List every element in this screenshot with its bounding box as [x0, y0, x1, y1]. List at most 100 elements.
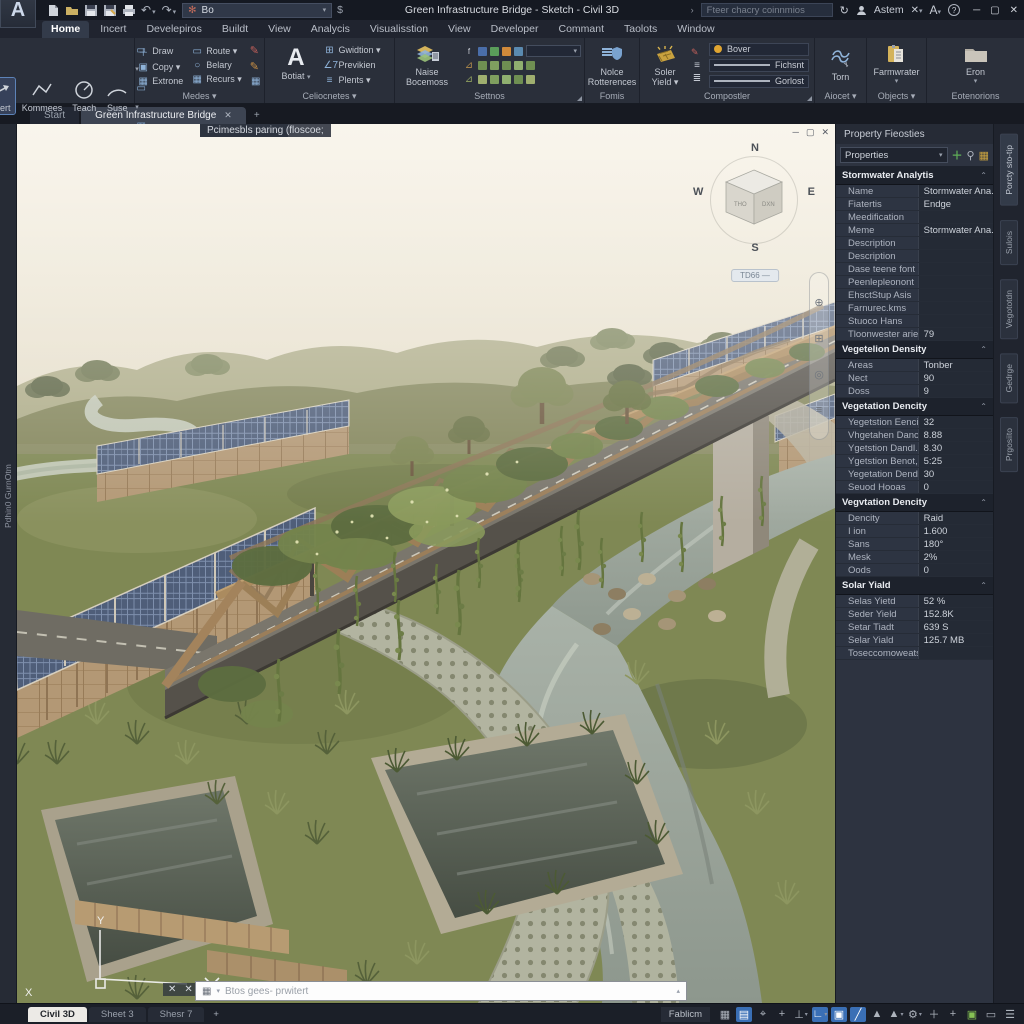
status-toggle-icon[interactable]: ▲: [869, 1007, 885, 1022]
composite-fichsnt[interactable]: Fichsnt: [709, 59, 809, 72]
property-value[interactable]: [918, 302, 993, 314]
panel-label-compostler[interactable]: Compostler: [640, 90, 814, 103]
layer-tool-10-icon[interactable]: [526, 75, 535, 84]
status-toggle-icon[interactable]: ▣: [964, 1007, 980, 1022]
sync-icon[interactable]: ↻: [840, 4, 849, 17]
naise-bocemoss-button[interactable]: Naise Bocemoss: [398, 42, 456, 88]
pick-object-icon[interactable]: ⚲: [967, 149, 975, 162]
property-value[interactable]: 52 %: [918, 595, 993, 607]
ntert-tool-button[interactable]: Ntert: [0, 78, 15, 114]
layout-tab[interactable]: Sheet 3: [89, 1007, 146, 1022]
ribbon-tab[interactable]: Visualisstion: [361, 21, 437, 38]
user-name[interactable]: Astem: [874, 4, 904, 16]
layer-tool-9-icon[interactable]: [514, 75, 523, 84]
property-row[interactable]: EhsctStup Asis: [836, 289, 993, 302]
layer-tool-3-icon[interactable]: [502, 61, 511, 70]
property-value[interactable]: 0: [918, 564, 993, 576]
filter-icon[interactable]: f: [463, 47, 475, 56]
recurs-button[interactable]: ▦Recurs ▾: [191, 74, 242, 85]
command-close-icon[interactable]: ✕: [168, 984, 176, 995]
layer-cyan-icon[interactable]: [514, 47, 523, 56]
route-button[interactable]: ▭Route ▾: [191, 46, 242, 57]
property-row[interactable]: Selas Yietd 52 %: [836, 595, 993, 608]
property-value[interactable]: Stormwater Ana...: [918, 185, 993, 197]
property-value[interactable]: 152.8K: [918, 608, 993, 620]
status-toggle-icon[interactable]: ⌖: [755, 1007, 771, 1022]
property-row[interactable]: Nect 90: [836, 372, 993, 385]
property-row[interactable]: I ion 1.600: [836, 525, 993, 538]
status-toggle-icon[interactable]: ＋: [926, 1007, 942, 1022]
property-value[interactable]: [918, 647, 993, 659]
status-toggle-icon[interactable]: ⊥: [793, 1007, 809, 1022]
quick-select-icon[interactable]: ▦: [979, 149, 989, 162]
property-value[interactable]: [918, 276, 993, 288]
ribbon-tab[interactable]: View: [439, 21, 480, 38]
property-value[interactable]: 125.7 MB: [918, 634, 993, 646]
layer-dropdown[interactable]: ▾: [526, 45, 581, 57]
viewcube-context-pill[interactable]: TD66 —: [731, 269, 779, 282]
draw-button[interactable]: ＋Draw: [137, 44, 183, 59]
status-toggle-icon[interactable]: ⚙: [907, 1007, 923, 1022]
botiat-text-button[interactable]: A Botiat ▾: [278, 46, 313, 84]
kommees-tool-button[interactable]: Kommees: [19, 78, 66, 114]
orange-pen-icon[interactable]: ✎: [250, 60, 262, 73]
property-row[interactable]: Oods 0: [836, 564, 993, 577]
close-button[interactable]: ✕: [1010, 5, 1018, 16]
collapse-icon[interactable]: ⌃: [980, 345, 987, 354]
viewcube-east[interactable]: E: [808, 186, 815, 198]
property-row[interactable]: Ygetstion Benot, 5:25: [836, 455, 993, 468]
property-value[interactable]: [918, 315, 993, 327]
property-value[interactable]: [918, 289, 993, 301]
property-row[interactable]: Dencity Raid: [836, 512, 993, 525]
status-toggle-icon[interactable]: ∟: [812, 1007, 828, 1022]
lines-stack-icon[interactable]: ≡: [691, 60, 703, 71]
nolce-rotterences-button[interactable]: Nolce Rotterences: [585, 42, 640, 88]
new-tab-button[interactable]: +: [248, 107, 266, 124]
property-value[interactable]: 1.600: [918, 525, 993, 537]
layer-state-icon[interactable]: ⊿: [463, 60, 475, 71]
layer-tool-2-icon[interactable]: [490, 61, 499, 70]
object-type-select[interactable]: Properties ▾: [840, 147, 948, 163]
suse-tool-button[interactable]: Suse: [103, 78, 131, 114]
property-value[interactable]: 180°: [918, 538, 993, 550]
ribbon-tab[interactable]: Window: [668, 21, 723, 38]
extrone-button[interactable]: ▦Extrone: [137, 76, 183, 87]
property-row[interactable]: Dase teene font: [836, 263, 993, 276]
command-line[interactable]: ▦ ▾ Btos gees- prwitert ▴: [195, 981, 687, 1001]
workspace-dropdown[interactable]: ✻ Bo ▾: [182, 3, 332, 18]
layer-tool-5-icon[interactable]: [526, 61, 535, 70]
property-row[interactable]: Description: [836, 237, 993, 250]
property-row[interactable]: Farnurec.kms: [836, 302, 993, 315]
ribbon-tab[interactable]: Analycis: [302, 21, 359, 38]
viewport-minimize-icon[interactable]: ─: [793, 127, 799, 138]
property-row[interactable]: Ygetstion Dandl. 8.30: [836, 442, 993, 455]
app-menu-button[interactable]: A: [0, 0, 36, 28]
eron-button[interactable]: Eron ▾: [959, 42, 993, 88]
property-row[interactable]: Toseccomoweats...: [836, 647, 993, 660]
customize-command-icon[interactable]: ▦: [202, 986, 211, 997]
property-row[interactable]: Meme Stormwater Ana...: [836, 224, 993, 237]
collapse-icon[interactable]: ⌃: [980, 581, 987, 590]
property-row[interactable]: Areas Tonber: [836, 359, 993, 372]
save-as-icon[interactable]: [103, 4, 117, 17]
sign-out-icon[interactable]: ✕▾: [911, 5, 923, 16]
ribbon-tab[interactable]: Commant: [549, 21, 613, 38]
view-cube[interactable]: N S W E THO DXN TD66 —: [699, 142, 811, 268]
property-row[interactable]: Seder Yield 152.8K: [836, 608, 993, 621]
save-icon[interactable]: [84, 4, 98, 17]
viewcube-cube[interactable]: THO DXN: [722, 166, 786, 228]
property-row[interactable]: Doss 9: [836, 385, 993, 398]
viewcube-north[interactable]: N: [751, 142, 759, 154]
property-value[interactable]: 90: [918, 372, 993, 384]
palette-tab[interactable]: Gedrge: [1000, 353, 1018, 403]
property-value[interactable]: 2%: [918, 551, 993, 563]
property-value[interactable]: 5:25: [918, 455, 993, 467]
copy-button[interactable]: ▣Copy ▾: [137, 62, 183, 73]
palette-tab[interactable]: Porcty sto-tip: [1000, 134, 1018, 206]
zoom-icon[interactable]: ◎: [814, 368, 824, 381]
property-section-header[interactable]: Vegetation Dencity⌃: [836, 398, 993, 416]
status-toggle-icon[interactable]: ▦: [717, 1007, 733, 1022]
property-section-header[interactable]: Solar Yiald⌃: [836, 577, 993, 595]
ribbon-tab[interactable]: Buildt: [213, 21, 257, 38]
collapse-icon[interactable]: ⌃: [980, 498, 987, 507]
